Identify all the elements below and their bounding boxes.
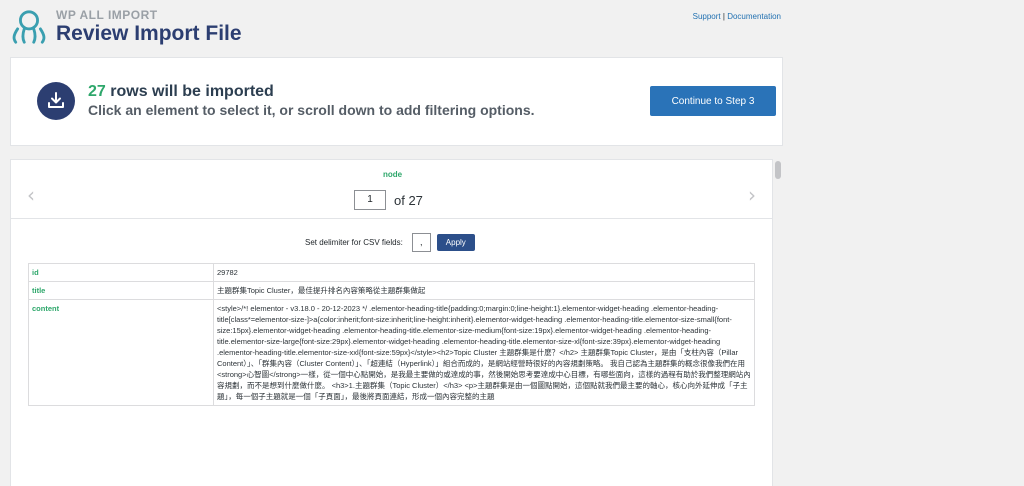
field-value[interactable]: 主題群集Topic Cluster，最佳提升排名內容策略從主題群集做起	[213, 281, 755, 300]
top-links: Support | Documentation	[693, 12, 781, 21]
delimiter-input[interactable]: ,	[411, 233, 431, 252]
table-row[interactable]: content <style>/*! elementor - v3.18.0 -…	[28, 299, 755, 406]
brand-header: WP ALL IMPORT Review Import File	[10, 8, 242, 46]
rows-text: rows will be imported	[110, 83, 274, 100]
brand-name: WP ALL IMPORT	[56, 7, 158, 22]
delimiter-label: Set delimiter for CSV fields:	[305, 238, 403, 247]
octopus-logo-icon	[12, 10, 46, 44]
chevron-left-icon[interactable]: ‹	[27, 183, 35, 207]
field-value[interactable]: 29782	[213, 263, 755, 282]
rows-count-line: 27 rows will be imported	[88, 83, 274, 101]
import-summary-card: 27 rows will be imported Click an elemen…	[10, 57, 783, 146]
record-index-input[interactable]: 1	[354, 190, 386, 210]
selection-hint: Click an element to select it, or scroll…	[88, 102, 535, 118]
apply-button[interactable]: Apply	[436, 234, 475, 251]
field-value[interactable]: <style>/*! elementor - v3.18.0 - 20-12-2…	[213, 299, 755, 406]
rows-count: 27	[88, 83, 106, 100]
chevron-right-icon[interactable]: ›	[748, 183, 756, 207]
support-link[interactable]: Support	[693, 12, 721, 21]
documentation-link[interactable]: Documentation	[727, 12, 781, 21]
record-pager: 1 of 27	[354, 190, 423, 210]
table-row[interactable]: id 29782	[28, 263, 755, 282]
field-key[interactable]: content	[28, 299, 214, 406]
divider	[11, 218, 774, 219]
record-fields-table: id 29782 title 主題群集Topic Cluster，最佳提升排名內…	[28, 263, 755, 406]
scrollbar-thumb[interactable]	[775, 161, 781, 179]
table-row[interactable]: title 主題群集Topic Cluster，最佳提升排名內容策略從主題群集做…	[28, 281, 755, 300]
page-title: Review Import File	[56, 21, 242, 45]
field-key[interactable]: id	[28, 263, 214, 282]
record-total: of 27	[394, 192, 423, 208]
record-viewer: node ‹ › 1 of 27 Set delimiter for CSV f…	[10, 159, 774, 486]
import-tray-icon	[37, 82, 75, 120]
node-label: node	[382, 170, 403, 179]
continue-button[interactable]: Continue to Step 3	[650, 86, 776, 116]
field-key[interactable]: title	[28, 281, 214, 300]
delimiter-row: Set delimiter for CSV fields: , Apply	[305, 233, 475, 252]
link-separator: |	[722, 12, 725, 21]
scrollbar[interactable]	[773, 159, 783, 486]
